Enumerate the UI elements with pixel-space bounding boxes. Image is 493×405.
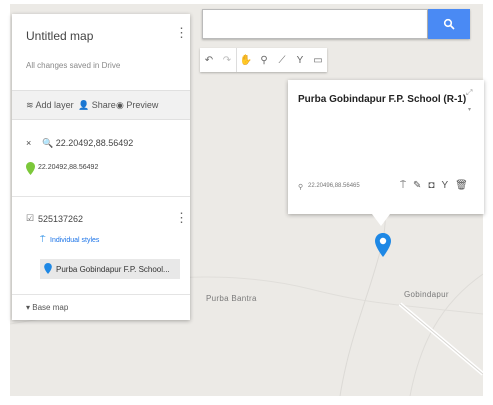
camera-icon[interactable]: ◘ xyxy=(428,180,434,191)
search-result-query: 🔍 22.20492,88.56492 xyxy=(42,138,134,148)
feature-title: Purba Gobindapur F.P. School (R-1) xyxy=(298,94,467,105)
layers-icon: ≋ xyxy=(26,100,36,110)
map-panel: Untitled map All changes saved in Drive … xyxy=(12,14,190,320)
add-person-icon: 👤 xyxy=(78,100,92,110)
marker-icon[interactable]: ⚲ xyxy=(255,48,273,72)
base-map-toggle[interactable]: ▾ Base map xyxy=(26,303,68,312)
location-icon: ⚲ xyxy=(298,184,304,191)
blue-pin-icon xyxy=(44,263,52,276)
magnifier-icon: 🔍 xyxy=(42,138,54,148)
map-toolbar: ↶ ↷ ✋ ⚲ ⟋ Y ▭ xyxy=(200,48,327,72)
hand-icon[interactable]: ✋ xyxy=(236,48,255,72)
layer-style-link[interactable]: Individual styles xyxy=(50,237,99,244)
ruler-icon[interactable]: ▭ xyxy=(309,48,327,72)
map-pin-icon[interactable] xyxy=(374,232,392,258)
save-status: All changes saved in Drive xyxy=(26,61,121,70)
map-label-purba-bantra: Purba Bantra xyxy=(206,294,257,303)
share-button[interactable]: 👤 Share xyxy=(78,100,116,111)
directions-icon[interactable]: Y xyxy=(291,48,309,72)
panel-divider xyxy=(12,196,190,197)
feature-actions: ⍑ ✎ ◘ Y 🗑 xyxy=(400,180,468,191)
paint-roller-icon: ⍑ xyxy=(40,234,46,244)
add-layer-button[interactable]: ≋ Add layer xyxy=(26,100,74,111)
directions-icon[interactable]: Y xyxy=(441,180,448,191)
map-label-gobindapur: Gobindapur xyxy=(404,290,449,299)
layer-feature-item[interactable]: Purba Gobindapur F.P. School... xyxy=(40,259,180,279)
undo-icon[interactable]: ↶ xyxy=(200,48,218,72)
expand-icon[interactable]: ⤢ xyxy=(466,88,472,98)
search-input[interactable] xyxy=(203,10,427,38)
layer-options-icon[interactable]: ⋮ xyxy=(175,211,188,224)
green-pin-icon xyxy=(26,162,35,180)
search-icon xyxy=(443,18,455,30)
edit-icon[interactable]: ✎ xyxy=(413,180,421,191)
redo-icon[interactable]: ↷ xyxy=(218,48,236,72)
preview-button[interactable]: ◉ Preview xyxy=(116,100,158,111)
feature-coordinates: 22.20496,88.56465 xyxy=(308,183,360,189)
map-options-icon[interactable]: ⋮ xyxy=(175,26,188,39)
style-icon[interactable]: ⍑ xyxy=(400,180,406,191)
search-result-label[interactable]: 22.20492,88.56492 xyxy=(38,164,98,171)
panel-actions: ≋ Add layer 👤 Share ◉ Preview xyxy=(12,90,190,120)
info-window-tail xyxy=(372,214,390,226)
eye-icon: ◉ xyxy=(116,100,127,110)
panel-divider xyxy=(12,294,190,295)
map-title[interactable]: Untitled map xyxy=(26,29,93,43)
search-box[interactable] xyxy=(202,9,428,39)
close-icon[interactable]: × xyxy=(26,138,31,148)
collapse-icon[interactable]: ▾ xyxy=(468,106,471,113)
layer-name[interactable]: 525137262 xyxy=(38,214,83,224)
delete-icon[interactable]: 🗑 xyxy=(455,180,468,191)
layer-feature-label: Purba Gobindapur F.P. School... xyxy=(56,265,170,274)
feature-info-window: Purba Gobindapur F.P. School (R-1) ⤢ ▾ ⚲… xyxy=(288,80,484,214)
line-icon[interactable]: ⟋ xyxy=(273,48,291,72)
search-button[interactable] xyxy=(428,9,470,39)
layer-checkbox[interactable]: ☑ xyxy=(26,213,34,224)
